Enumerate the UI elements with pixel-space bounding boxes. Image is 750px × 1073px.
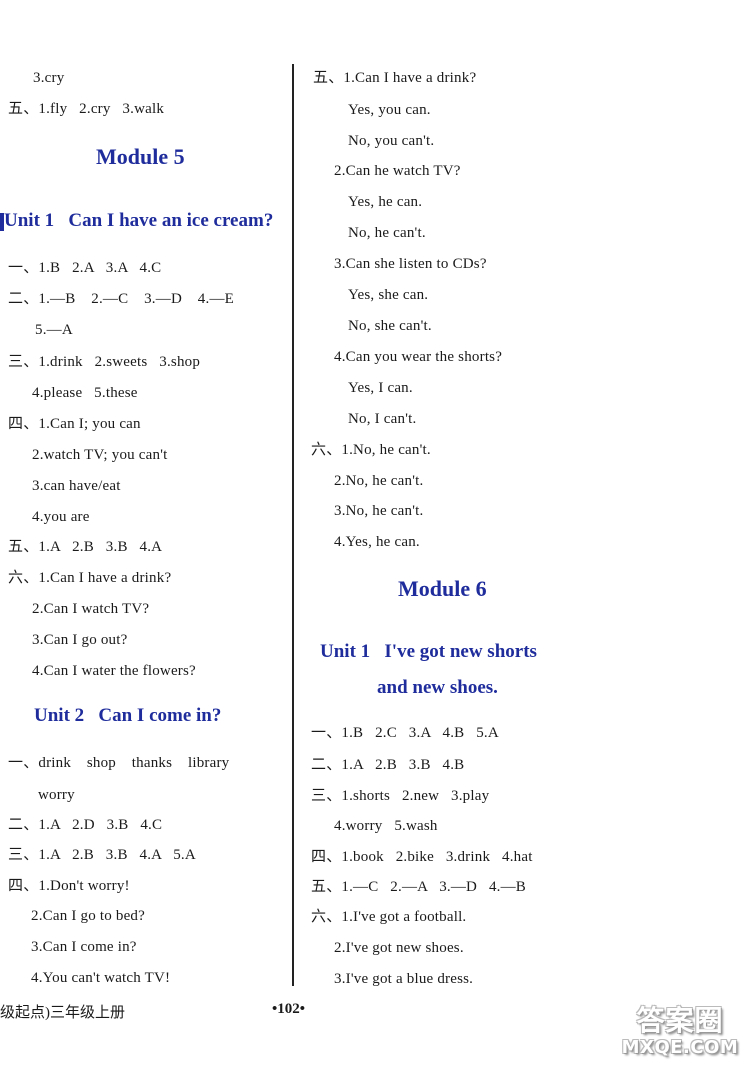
answer-line: 五、1.A 2.B 3.B 4.A xyxy=(8,539,163,555)
answer-line: 三、1.A 2.B 3.B 4.A 5.A xyxy=(8,847,196,863)
answer-line: 3.Can she listen to CDs? xyxy=(334,256,487,272)
answer-line: 3.I've got a blue dress. xyxy=(334,971,474,987)
answer-line: 3.Can I come in? xyxy=(31,939,137,955)
answer-line: 4.Can I water the flowers? xyxy=(32,663,196,679)
answer-line: 3.can have/eat xyxy=(32,478,121,494)
answer-line: 5.—A xyxy=(35,322,73,338)
unit-1-title-line2: and new shoes. xyxy=(377,677,498,698)
answer-line: 3.cry xyxy=(33,70,65,86)
answer-line: No, she can't. xyxy=(348,318,432,334)
answer-line: 一、1.B 2.A 3.A 4.C xyxy=(8,260,162,276)
answer-line: 三、1.shorts 2.new 3.play xyxy=(311,788,490,804)
answer-line: 4.You can't watch TV! xyxy=(31,970,171,986)
answer-line: 六、1.I've got a football. xyxy=(311,909,467,925)
answer-line: 六、1.No, he can't. xyxy=(311,442,431,458)
answer-line: 2.I've got new shoes. xyxy=(334,940,464,956)
answer-line: 一、drink shop thanks library xyxy=(8,755,230,771)
unit-1-title: Unit 1 Can I have an ice cream? xyxy=(4,210,274,231)
column-divider xyxy=(292,64,294,986)
answer-line: 4.Yes, he can. xyxy=(334,534,420,550)
answer-line: 4.you are xyxy=(32,509,90,525)
answer-line: 4.please 5.these xyxy=(32,385,138,401)
answer-line: No, you can't. xyxy=(348,133,435,149)
answer-line: 四、1.Don't worry! xyxy=(8,878,130,894)
answer-line: 2.Can he watch TV? xyxy=(334,163,461,179)
answer-line: Yes, she can. xyxy=(348,287,429,303)
answer-line: worry xyxy=(38,787,75,803)
answer-line: 4.worry 5.wash xyxy=(334,818,438,834)
answer-line: 三、1.drink 2.sweets 3.shop xyxy=(8,354,201,370)
answer-line: No, I can't. xyxy=(348,411,417,427)
answer-line: 2.No, he can't. xyxy=(334,473,424,489)
watermark-chinese: 答案圈 xyxy=(636,1004,724,1037)
page-number: •102• xyxy=(272,1001,306,1017)
answer-line: 五、1.—C 2.—A 3.—D 4.—B xyxy=(311,879,526,895)
answer-line: 五、1.fly 2.cry 3.walk xyxy=(8,101,165,117)
answer-line: 二、1.A 2.D 3.B 4.C xyxy=(8,817,163,833)
watermark-logo: 答案圈 MXQE.COM xyxy=(615,1005,745,1059)
answer-line: 2.Can I go to bed? xyxy=(31,908,145,924)
answer-line: 四、1.book 2.bike 3.drink 4.hat xyxy=(311,849,533,865)
answer-line: Yes, you can. xyxy=(348,102,431,118)
answer-line: No, he can't. xyxy=(348,225,426,241)
answer-line: Yes, he can. xyxy=(348,194,423,210)
answer-line: Yes, I can. xyxy=(348,380,413,396)
answer-line: 四、1.Can I; you can xyxy=(8,416,141,432)
answer-line: 二、1.—B 2.—C 3.—D 4.—E xyxy=(8,291,235,307)
answer-line: 二、1.A 2.B 3.B 4.B xyxy=(311,757,465,773)
answer-line: 4.Can you wear the shorts? xyxy=(334,349,503,365)
module-5-title: Module 5 xyxy=(96,144,185,169)
watermark-domain: MXQE.COM xyxy=(621,1037,739,1058)
unit-1-title-line1: Unit 1 I've got new shorts xyxy=(320,641,537,662)
answer-line: 2.watch TV; you can't xyxy=(32,447,168,463)
book-label: 级起点)三年级上册 xyxy=(0,1005,125,1021)
answer-line: 2.Can I watch TV? xyxy=(32,601,150,617)
module-6-title: Module 6 xyxy=(398,576,487,601)
answer-line: 一、1.B 2.C 3.A 4.B 5.A xyxy=(311,725,499,741)
answer-line: 六、1.Can I have a drink? xyxy=(8,570,172,586)
answer-line: 3.No, he can't. xyxy=(334,503,424,519)
answer-line: 3.Can I go out? xyxy=(32,632,128,648)
unit-2-title: Unit 2 Can I come in? xyxy=(34,705,222,726)
answer-line: 五、1.Can I have a drink? xyxy=(313,70,477,86)
